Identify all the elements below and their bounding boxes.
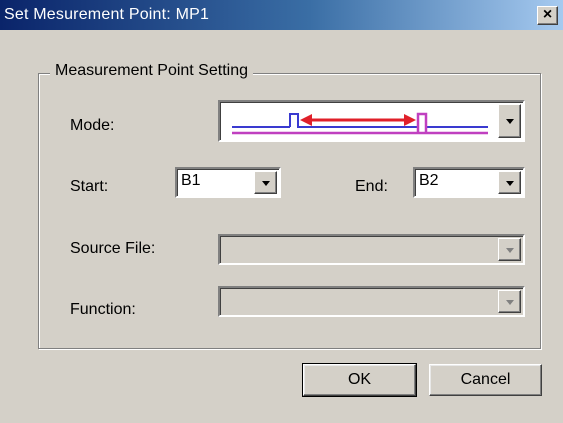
end-value: B2: [419, 172, 439, 189]
window-title: Set Mesurement Point: MP1: [4, 6, 210, 23]
group-legend: Measurement Point Setting: [50, 62, 253, 80]
function-label: Function:: [70, 301, 136, 318]
ok-button[interactable]: OK: [302, 363, 417, 397]
source-file-combobox[interactable]: [218, 234, 525, 265]
source-file-dropdown-button[interactable]: [498, 238, 521, 261]
end-dropdown-button[interactable]: [498, 171, 521, 194]
mode-label: Mode:: [70, 117, 115, 134]
function-dropdown-button[interactable]: [498, 290, 521, 313]
start-combobox[interactable]: B1: [175, 167, 281, 198]
pulse-interval-icon: [232, 112, 488, 135]
start-label: Start:: [70, 178, 109, 195]
chevron-down-icon: [505, 299, 514, 305]
start-dropdown-button[interactable]: [254, 171, 277, 194]
end-label: End:: [355, 178, 388, 195]
start-value: B1: [181, 172, 201, 189]
function-combobox[interactable]: [218, 286, 525, 317]
cancel-button[interactable]: Cancel: [429, 364, 542, 396]
title-bar: Set Mesurement Point: MP1 ×: [0, 0, 563, 30]
chevron-down-icon: [505, 247, 514, 253]
chevron-down-icon: [505, 119, 514, 124]
close-button[interactable]: ×: [537, 6, 558, 25]
cancel-button-label: Cancel: [460, 371, 511, 388]
source-file-label: Source File:: [70, 240, 156, 257]
chevron-down-icon: [261, 180, 270, 186]
mode-dropdown-button[interactable]: [498, 104, 521, 138]
chevron-down-icon: [505, 180, 514, 186]
mode-dropdown[interactable]: [218, 100, 525, 142]
end-combobox[interactable]: B2: [413, 167, 525, 198]
ok-button-label: OK: [347, 371, 372, 388]
